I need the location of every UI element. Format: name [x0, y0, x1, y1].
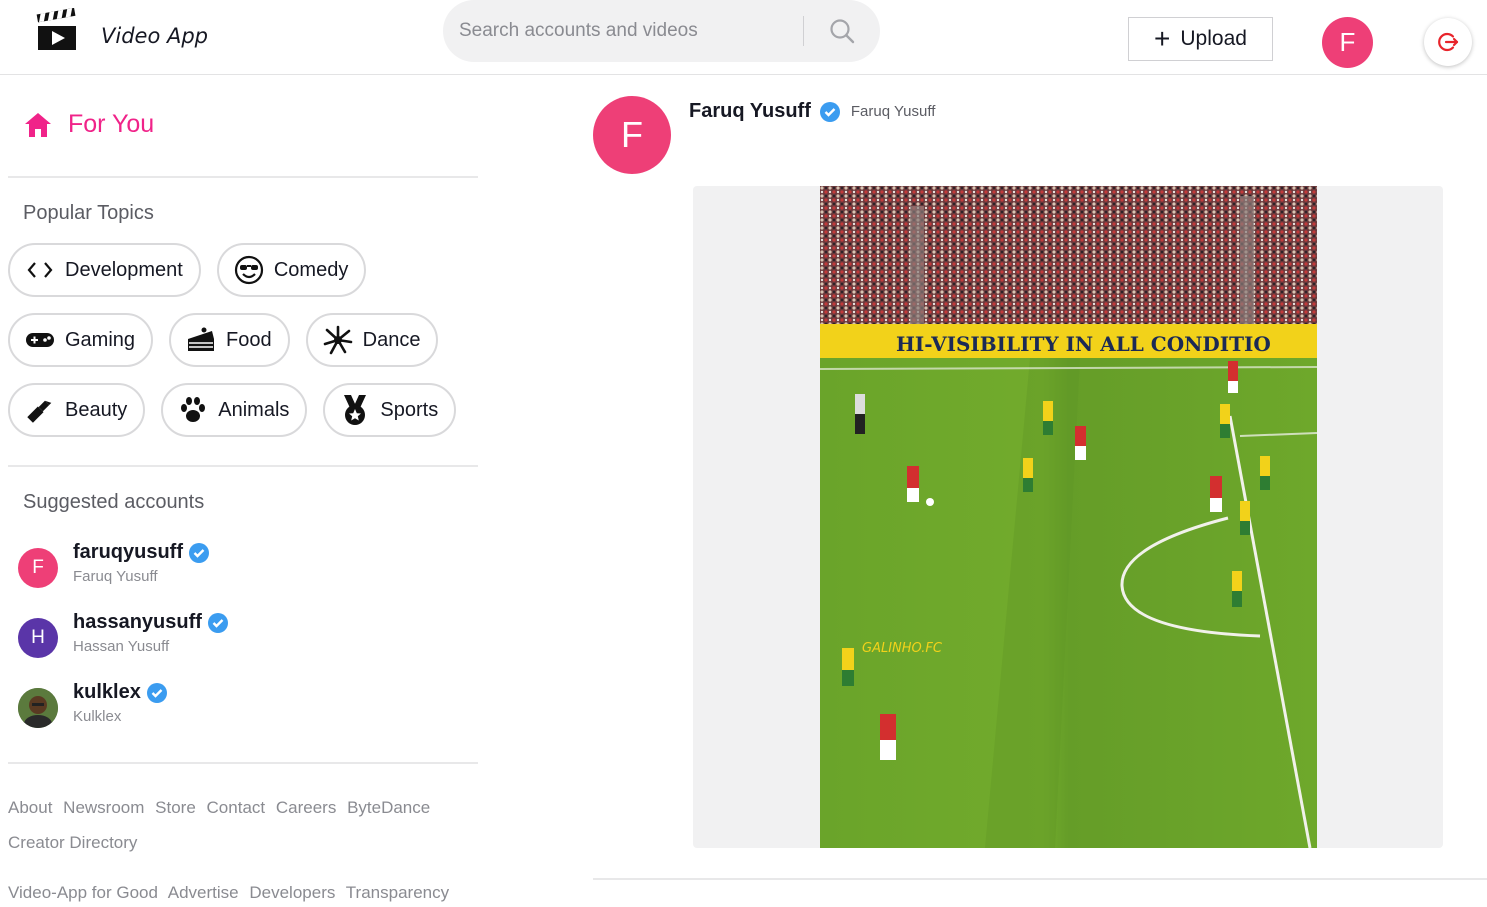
- footer-link-careers[interactable]: Careers: [276, 798, 336, 817]
- dance-icon: [323, 325, 353, 355]
- footer-link-contact[interactable]: Contact: [207, 798, 266, 817]
- topic-gaming[interactable]: Gaming: [8, 313, 154, 367]
- home-icon: [25, 112, 51, 137]
- topic-food[interactable]: Food: [169, 313, 290, 367]
- user-avatar[interactable]: F: [1322, 17, 1373, 68]
- topic-label: Development: [65, 258, 183, 281]
- footer-link-for-good[interactable]: Video-App for Good: [8, 883, 158, 902]
- search-icon: [830, 19, 855, 44]
- clapperboard-logo-icon[interactable]: [36, 7, 80, 54]
- search-input[interactable]: [459, 12, 789, 50]
- suggested-account-item[interactable]: kulklex Kulklex: [18, 681, 168, 733]
- post-author-avatar[interactable]: F: [593, 96, 671, 174]
- video-banner-text: HI-VISIBILITY IN ALL CONDITIO: [896, 332, 1271, 356]
- verified-badge-icon: [819, 101, 840, 122]
- post-author-display-name: Faruq Yusuff: [850, 103, 936, 120]
- topic-animals[interactable]: Animals: [161, 383, 308, 437]
- footer-links-row: Creator Directory: [8, 833, 488, 853]
- footer-link-transparency[interactable]: Transparency: [346, 883, 449, 902]
- sidebar-divider: [8, 465, 478, 467]
- video-player[interactable]: HI-VISIBILITY IN ALL CONDITIO GALINHO.FC: [820, 186, 1317, 848]
- topic-dance[interactable]: Dance: [305, 313, 439, 367]
- avatar: H: [18, 618, 58, 658]
- topic-label: Animals: [218, 398, 290, 421]
- topic-label: Food: [226, 328, 272, 351]
- account-username: faruqyusuff: [73, 541, 183, 563]
- footer-link-creator-directory[interactable]: Creator Directory: [8, 833, 137, 852]
- upload-button[interactable]: + Upload: [1128, 17, 1273, 61]
- app-name: Video App: [101, 24, 208, 48]
- avatar: F: [18, 548, 58, 588]
- verified-badge-icon: [207, 612, 228, 633]
- paw-icon: [178, 395, 208, 425]
- footer-link-about[interactable]: About: [8, 798, 52, 817]
- sidebar-divider: [8, 176, 478, 178]
- gamepad-icon: [25, 325, 55, 355]
- lipstick-icon: [25, 395, 55, 425]
- footer-link-advertise[interactable]: Advertise: [168, 883, 239, 902]
- footer-link-developers[interactable]: Developers: [249, 883, 335, 902]
- video-watermark: GALINHO.FC: [862, 641, 943, 656]
- top-header: Video App + Upload F: [0, 0, 1487, 75]
- footer-link-store[interactable]: Store: [155, 798, 196, 817]
- video-frame: HI-VISIBILITY IN ALL CONDITIO GALINHO.FC: [820, 186, 1317, 848]
- medal-icon: [340, 395, 370, 425]
- sunglasses-face-icon: [234, 255, 264, 285]
- suggested-account-item[interactable]: F faruqyusuff Faruq Yusuff: [18, 541, 210, 593]
- topic-comedy[interactable]: Comedy: [216, 243, 367, 297]
- account-username: kulklex: [73, 681, 141, 703]
- nav-for-you[interactable]: For You: [24, 110, 154, 139]
- suggested-accounts-title: Suggested accounts: [23, 491, 205, 513]
- search-separator: [803, 16, 804, 46]
- plus-icon: +: [1154, 23, 1171, 54]
- nav-for-you-label: For You: [68, 110, 155, 138]
- search-bar: [443, 0, 880, 62]
- topic-sports[interactable]: Sports: [323, 383, 457, 437]
- verified-badge-icon: [189, 542, 209, 563]
- account-display-name: Hassan Yusuff: [73, 638, 170, 655]
- cake-slice-icon: [186, 325, 216, 355]
- topic-label: Dance: [362, 328, 421, 351]
- topic-beauty[interactable]: Beauty: [8, 383, 146, 437]
- avatar: [18, 688, 58, 728]
- code-icon: [25, 255, 55, 285]
- topic-label: Sports: [380, 398, 439, 421]
- feed-divider: [593, 878, 1487, 880]
- account-display-name: Faruq Yusuff: [73, 568, 158, 585]
- account-display-name: Kulklex: [73, 708, 122, 725]
- topic-label: Beauty: [65, 398, 128, 421]
- suggested-account-item[interactable]: H hassanyusuff Hassan Yusuff: [18, 611, 229, 663]
- post-author: Faruq Yusuff Faruq Yusuff: [689, 100, 935, 123]
- footer-link-newsroom[interactable]: Newsroom: [63, 798, 144, 817]
- account-username: hassanyusuff: [73, 611, 202, 633]
- upload-label: Upload: [1180, 27, 1247, 50]
- topic-label: Gaming: [65, 328, 136, 351]
- footer-links-row: Video-App for Good Advertise Developers …: [8, 883, 488, 903]
- sidebar: For You Popular Topics Development Comed…: [0, 76, 490, 907]
- footer-link-bytedance[interactable]: ByteDance: [347, 798, 430, 817]
- sidebar-divider: [8, 762, 478, 764]
- verified-badge-icon: [146, 682, 167, 703]
- logout-button[interactable]: [1424, 18, 1472, 66]
- footer-links-row: About Newsroom Store Contact Careers Byt…: [8, 798, 488, 818]
- post-author-name[interactable]: Faruq Yusuff: [689, 100, 811, 123]
- topic-development[interactable]: Development: [8, 243, 201, 297]
- search-button[interactable]: [820, 13, 864, 49]
- logout-icon: [1438, 32, 1459, 52]
- popular-topics-title: Popular Topics: [23, 202, 154, 224]
- topic-label: Comedy: [273, 258, 349, 281]
- topics-list: Development Comedy Gaming Food Dance Bea…: [8, 243, 478, 453]
- video-container: HI-VISIBILITY IN ALL CONDITIO GALINHO.FC: [693, 186, 1443, 848]
